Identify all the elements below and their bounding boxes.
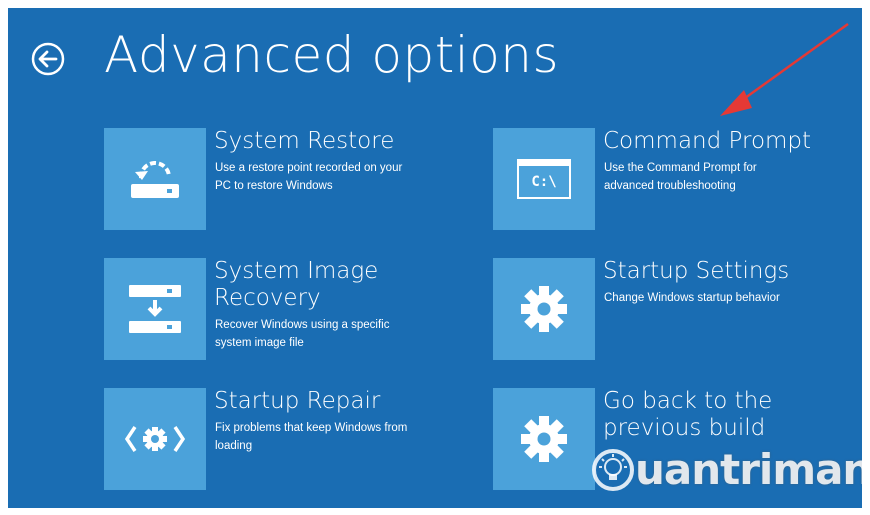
red-arrow-icon [720,22,849,116]
advanced-options-screen: Advanced options System Restore Use a re… [8,8,862,508]
